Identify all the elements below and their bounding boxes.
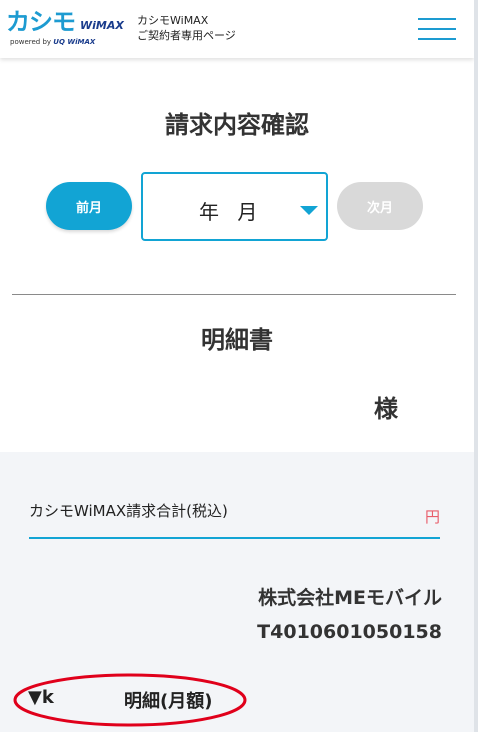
site-title-line1: カシモWiMAX xyxy=(137,14,209,27)
month-select-value: 年 月 xyxy=(199,200,264,224)
section-divider xyxy=(12,294,456,295)
logo-powered-by: powered by UQ WiMAX xyxy=(10,38,95,46)
page-edge xyxy=(474,0,478,732)
customer-name-suffix: 様 xyxy=(374,395,398,423)
site-title: カシモWiMAX ご契約者専用ページ xyxy=(137,13,236,43)
site-header: カシモ WiMAX powered by UQ WiMAX カシモWiMAX ご… xyxy=(0,0,474,58)
hamburger-icon[interactable] xyxy=(418,16,456,42)
total-unit: 円 xyxy=(424,508,440,526)
page-title: 請求内容確認 xyxy=(165,111,309,139)
issuer-company: 株式会社MEモバイル xyxy=(258,587,442,609)
detail-toggle-mark: ▼k xyxy=(28,687,54,708)
logo-uq-text: UQ WiMAX xyxy=(53,38,96,46)
site-title-line2: ご契約者専用ページ xyxy=(137,29,236,42)
logo-main-text: カシモ xyxy=(6,8,76,36)
next-month-button[interactable]: 次月 xyxy=(337,182,423,230)
logo-powered-text: powered by xyxy=(10,38,52,46)
registration-number: T4010601050158 xyxy=(257,621,442,643)
month-select[interactable]: 年 月 xyxy=(141,172,328,241)
detail-toggle-label: 明細(月額) xyxy=(124,691,213,712)
statement-title: 明細書 xyxy=(201,326,273,354)
detail-monthly-toggle[interactable]: ▼k 明細(月額) xyxy=(28,687,238,715)
logo-wimax-text: WiMAX xyxy=(80,19,124,32)
chevron-down-icon xyxy=(300,206,318,215)
total-row: カシモWiMAX請求合計(税込) 円 xyxy=(29,496,440,539)
total-label: カシモWiMAX請求合計(税込) xyxy=(29,502,228,520)
prev-month-button[interactable]: 前月 xyxy=(46,182,132,230)
kashimo-wimax-logo[interactable]: カシモ WiMAX powered by UQ WiMAX xyxy=(6,8,130,48)
